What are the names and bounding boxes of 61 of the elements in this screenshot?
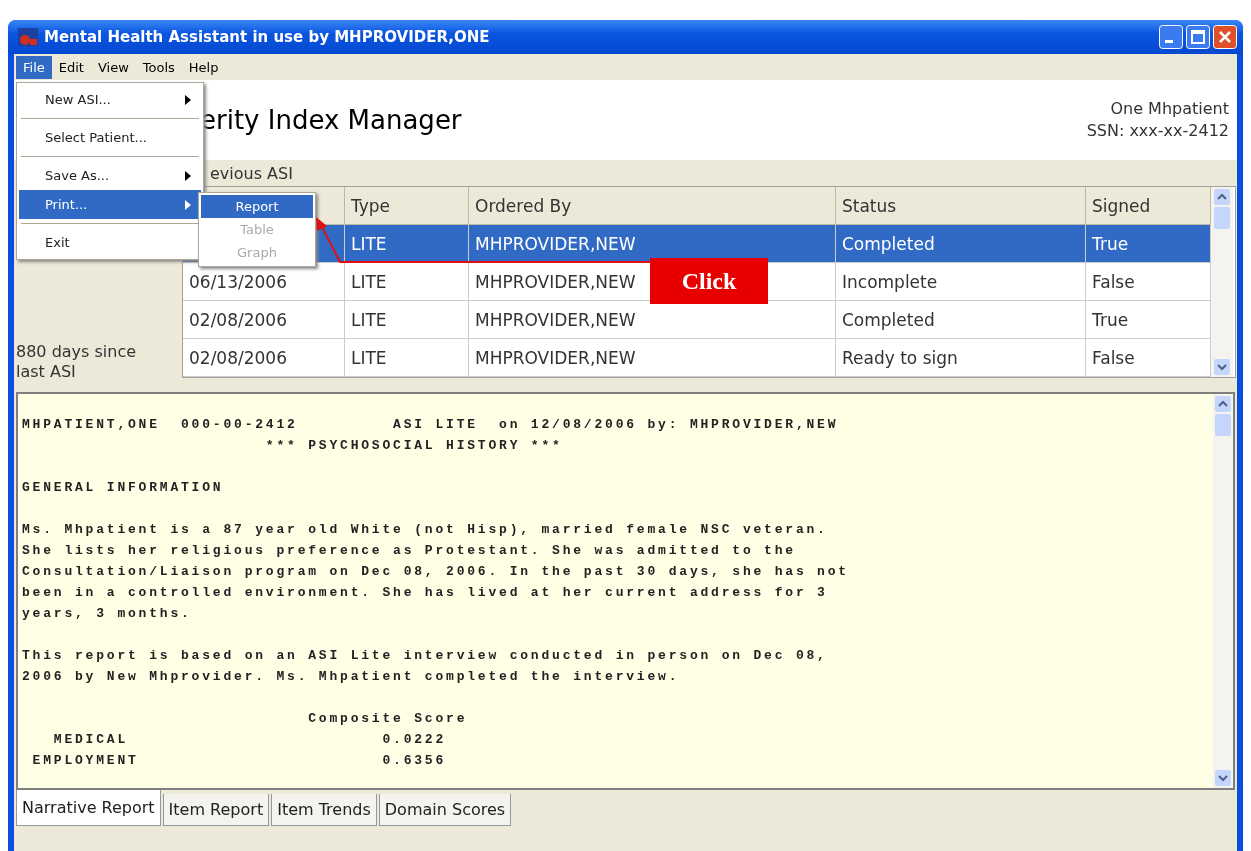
menu-item[interactable]: Help bbox=[181, 55, 226, 79]
close-button[interactable] bbox=[1213, 25, 1237, 49]
table-cell: Ready to sign bbox=[842, 347, 958, 368]
table-cell: False bbox=[1092, 271, 1135, 292]
column-header: Status bbox=[836, 187, 1086, 225]
days-since-text: 880 days since last ASI bbox=[16, 342, 138, 382]
table-cell: True bbox=[1092, 233, 1129, 254]
tab[interactable]: Narrative Report bbox=[16, 790, 161, 826]
report-text: MHPATIENT,ONE 000-00-2412 ASI LITE on 12/08/2006 by: MHPROVIDER,NEW *** PSYCHOSOCIAL HISTORY *** bbox=[22, 416, 840, 455]
table-cell: Completed bbox=[842, 309, 935, 330]
minimize-button[interactable] bbox=[1159, 25, 1183, 49]
report-text: GENERAL INFORMATION bbox=[22, 479, 225, 497]
scroll-thumb[interactable] bbox=[1215, 414, 1231, 436]
window-title: Mental Health Assistant in use by MHPROVIDER,ONE bbox=[44, 28, 491, 46]
scroll-thumb[interactable] bbox=[1214, 207, 1230, 229]
tab[interactable]: Domain Scores bbox=[378, 794, 512, 826]
menu-entry[interactable]: Select Patient... bbox=[19, 123, 201, 152]
menu-item[interactable]: Edit bbox=[51, 55, 91, 79]
table-cell: Incomplete bbox=[842, 271, 938, 292]
scrollbar[interactable] bbox=[1211, 187, 1233, 377]
scroll-up-icon[interactable] bbox=[1214, 189, 1230, 205]
table-cell: False bbox=[1092, 347, 1135, 368]
table-cell: LITE bbox=[351, 233, 387, 254]
table-cell: LITE bbox=[351, 309, 387, 330]
menu-entry[interactable]: Save As... bbox=[19, 161, 201, 190]
table-cell: Completed bbox=[842, 233, 935, 254]
column-header: Type bbox=[345, 187, 469, 225]
patient-ssn: SSN: xxx-xx-2412 bbox=[1086, 120, 1229, 142]
tab[interactable]: Item Trends bbox=[271, 794, 377, 826]
table-cell: True bbox=[1092, 309, 1129, 330]
menu-entry[interactable]: Print... bbox=[19, 190, 201, 219]
section-label: evious ASI bbox=[210, 164, 293, 185]
table-cell: MHPROVIDER,NEW bbox=[475, 233, 636, 254]
table-cell: MHPROVIDER,NEW bbox=[475, 347, 636, 368]
table-cell: 02/08/2006 bbox=[189, 347, 287, 368]
scroll-up-icon[interactable] bbox=[1215, 396, 1231, 412]
scrollbar[interactable] bbox=[1213, 394, 1233, 788]
table-cell: 06/13/2006 bbox=[189, 271, 287, 292]
menu-entry[interactable]: Report bbox=[201, 195, 313, 218]
tab[interactable]: Item Report bbox=[162, 794, 270, 826]
table-row[interactable]: 02/08/2006 LITE MHPROVIDER,NEW Ready to sign False bbox=[183, 339, 1211, 377]
table-cell: LITE bbox=[351, 347, 387, 368]
maximize-button[interactable] bbox=[1186, 25, 1210, 49]
scroll-down-icon[interactable] bbox=[1215, 770, 1231, 786]
report-text: This report is based on an ASI Lite interview conducted in person on Dec 08, 2006 by New Mhprovider. Ms. Mhpatient completed the interview. bbox=[22, 647, 829, 686]
report-text: Ms. Mhpatient is a 87 year old White (not Hisp), married female NSC veteran. She lists her religious preference as Protestant. She was admitted to the Consultation/Liaison program on Dec 08, 2006. In the past 30 days, she has not been in a controlled environment. She has lived at her current address for 3 years, 3 months. bbox=[22, 521, 850, 623]
column-header: Signed bbox=[1086, 187, 1211, 225]
column-header: Ordered By bbox=[469, 187, 836, 225]
table-cell: MHPROVIDER,NEW bbox=[475, 309, 636, 330]
menu-item[interactable]: View bbox=[90, 55, 136, 79]
table-cell: MHPROVIDER,NEW bbox=[475, 271, 636, 292]
table-cell: LITE bbox=[351, 271, 387, 292]
scroll-down-icon[interactable] bbox=[1214, 359, 1230, 375]
menu-item[interactable]: Tools bbox=[135, 55, 182, 79]
app-icon bbox=[18, 28, 38, 46]
callout-label: Click bbox=[650, 258, 768, 304]
menu-item[interactable]: File bbox=[16, 55, 52, 79]
report-text: Composite Score MEDICAL 0.0222 EMPLOYMENT 0.6356 bbox=[31, 710, 469, 770]
patient-name: One Mhpatient bbox=[1110, 98, 1229, 120]
table-cell: 02/08/2006 bbox=[189, 309, 287, 330]
menu-entry[interactable]: New ASI... bbox=[19, 85, 201, 114]
